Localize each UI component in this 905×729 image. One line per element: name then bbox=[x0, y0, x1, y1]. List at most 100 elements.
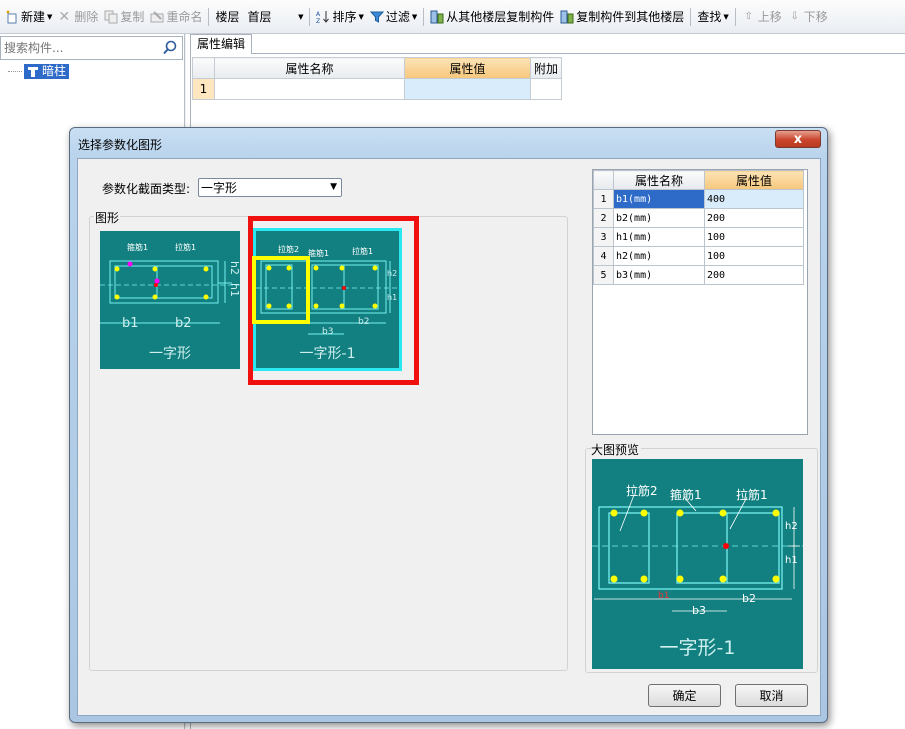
stirrup-label: 箍筋1 bbox=[670, 488, 702, 502]
move-down-button[interactable]: ⇩ 下移 bbox=[785, 6, 831, 28]
tie1-label: 拉筋1 bbox=[736, 488, 768, 502]
tree-item-label[interactable]: 暗柱 bbox=[24, 64, 70, 79]
delete-button[interactable]: ✕ 删除 bbox=[55, 6, 101, 28]
rename-label: 重命名 bbox=[166, 10, 203, 24]
delete-icon: ✕ bbox=[58, 8, 71, 25]
search-box bbox=[0, 36, 183, 60]
tab-property-edit[interactable]: 属性编辑 bbox=[190, 34, 252, 54]
move-down-label: 下移 bbox=[803, 10, 828, 24]
cell-name[interactable] bbox=[214, 78, 405, 100]
tab-divider bbox=[252, 53, 905, 54]
b1-label: b1 bbox=[122, 316, 139, 331]
find-button[interactable]: 查找 ▼ bbox=[694, 6, 731, 28]
table-row[interactable]: 1 b1(mm) 400 bbox=[593, 189, 804, 209]
filter-button[interactable]: 过滤 ▼ bbox=[367, 6, 420, 28]
table-row[interactable]: 5 b3(mm) 200 bbox=[593, 265, 804, 285]
row-number: 2 bbox=[593, 208, 614, 228]
ok-button[interactable]: 确定 bbox=[648, 684, 721, 707]
param-value[interactable]: 100 bbox=[704, 227, 804, 247]
shape-thumbnail-yizixing[interactable]: 箍筋1 拉筋1 b1 b2 h2 h1 一字形 bbox=[100, 231, 240, 369]
param-name[interactable]: h2(mm) bbox=[613, 246, 705, 266]
property-table: 属性名称 属性值 附加 1 bbox=[192, 57, 562, 100]
toolbar-divider bbox=[734, 7, 736, 26]
parameter-table: 属性名称 属性值 1 b1(mm) 400 2 b2(mm) 200 3 h1(… bbox=[593, 170, 804, 285]
copy-from-floor-button[interactable]: 从其他楼层复制构件 bbox=[427, 6, 557, 28]
toolbar-divider bbox=[208, 7, 210, 26]
floor-select[interactable]: 首层 ▼ bbox=[244, 8, 306, 26]
table-row[interactable]: 2 b2(mm) 200 bbox=[593, 208, 804, 228]
param-value[interactable]: 400 bbox=[704, 189, 804, 209]
param-name[interactable]: h1(mm) bbox=[613, 227, 705, 247]
chevron-down-icon: ▼ bbox=[47, 12, 53, 21]
tie2-label: 拉筋2 bbox=[626, 484, 658, 498]
filter-label: 过滤 bbox=[385, 10, 410, 24]
floor-label: 楼层 bbox=[215, 10, 240, 24]
close-button[interactable]: x bbox=[775, 130, 821, 148]
new-label: 新建 bbox=[21, 10, 46, 24]
find-label: 查找 bbox=[697, 10, 722, 24]
table-row[interactable]: 4 h2(mm) 100 bbox=[593, 246, 804, 266]
focus-region-highlight bbox=[252, 256, 310, 324]
section-type-label: 参数化截面类型: bbox=[102, 182, 191, 196]
copy-to-floor-button[interactable]: 复制构件到其他楼层 bbox=[557, 6, 687, 28]
param-name[interactable]: b2(mm) bbox=[613, 208, 705, 228]
dialog-title: 选择参数化图形 bbox=[78, 138, 163, 152]
rename-button[interactable]: 重命名 bbox=[147, 6, 205, 28]
section-type-select[interactable]: 一字形 ▼ bbox=[198, 178, 342, 197]
row-number: 1 bbox=[593, 189, 614, 209]
toolbar-divider bbox=[309, 7, 311, 26]
cell-extra[interactable] bbox=[530, 78, 562, 100]
main-toolbar: 新建 ▼ ✕ 删除 复制 重命名 楼层 首层 ▼ AZ 排序 ▼ 过滤 ▼ 从其他楼层… bbox=[0, 0, 905, 34]
search-icon[interactable] bbox=[161, 39, 179, 57]
toolbar-divider bbox=[423, 7, 425, 26]
b1-label: b1 bbox=[658, 591, 670, 601]
shape-caption: 一字形 bbox=[149, 346, 191, 362]
column-header-value: 属性值 bbox=[404, 57, 531, 79]
parameter-table-panel: 属性名称 属性值 1 b1(mm) 400 2 b2(mm) 200 3 h1(… bbox=[592, 169, 808, 435]
row-number-header bbox=[593, 170, 614, 190]
row-number: 5 bbox=[593, 265, 614, 285]
column-header-extra: 附加 bbox=[530, 57, 562, 79]
search-input[interactable] bbox=[4, 40, 154, 56]
tree-item-text: 暗柱 bbox=[42, 64, 67, 78]
component-tree: 暗柱 bbox=[8, 64, 70, 79]
copy-from-floor-icon bbox=[430, 10, 444, 23]
copy-label: 复制 bbox=[120, 10, 145, 24]
delete-label: 删除 bbox=[74, 10, 99, 24]
copy-to-floor-icon bbox=[560, 10, 574, 23]
move-up-label: 上移 bbox=[757, 10, 782, 24]
svg-text:A: A bbox=[316, 11, 321, 18]
new-icon bbox=[6, 9, 17, 23]
floor-value: 首层 bbox=[247, 10, 272, 24]
h2-label: h2 bbox=[785, 521, 798, 532]
filter-icon bbox=[369, 11, 384, 23]
row-number: 3 bbox=[593, 227, 614, 247]
b2-label: b2 bbox=[175, 316, 192, 331]
table-row[interactable]: 1 bbox=[192, 78, 562, 100]
param-value[interactable]: 100 bbox=[704, 246, 804, 266]
stirrup-label: 箍筋1 bbox=[127, 243, 149, 252]
sort-label: 排序 bbox=[332, 10, 357, 24]
section-type-value: 一字形 bbox=[201, 181, 238, 195]
shapes-group-label: 图形 bbox=[94, 209, 121, 226]
sort-button[interactable]: AZ 排序 ▼ bbox=[313, 6, 366, 28]
h2-label: h2 bbox=[228, 261, 240, 275]
table-row[interactable]: 3 h1(mm) 100 bbox=[593, 227, 804, 247]
chevron-down-icon: ▼ bbox=[358, 12, 364, 21]
cell-value[interactable] bbox=[404, 78, 531, 100]
param-value[interactable]: 200 bbox=[704, 208, 804, 228]
column-header-name: 属性名称 bbox=[214, 57, 405, 79]
new-button[interactable]: 新建 ▼ bbox=[2, 6, 55, 28]
move-up-button[interactable]: ⇧ 上移 bbox=[739, 6, 785, 28]
rename-icon bbox=[150, 10, 164, 22]
copy-button[interactable]: 复制 bbox=[101, 6, 147, 28]
toolbar-divider bbox=[690, 7, 692, 26]
param-name[interactable]: b1(mm) bbox=[613, 189, 705, 209]
cancel-button[interactable]: 取消 bbox=[735, 684, 808, 707]
copy-icon bbox=[104, 10, 118, 23]
tree-connector bbox=[8, 71, 22, 72]
tree-item[interactable]: 暗柱 bbox=[8, 64, 70, 79]
param-value[interactable]: 200 bbox=[704, 265, 804, 285]
arrow-down-icon: ⇩ bbox=[790, 10, 799, 22]
param-name[interactable]: b3(mm) bbox=[613, 265, 705, 285]
